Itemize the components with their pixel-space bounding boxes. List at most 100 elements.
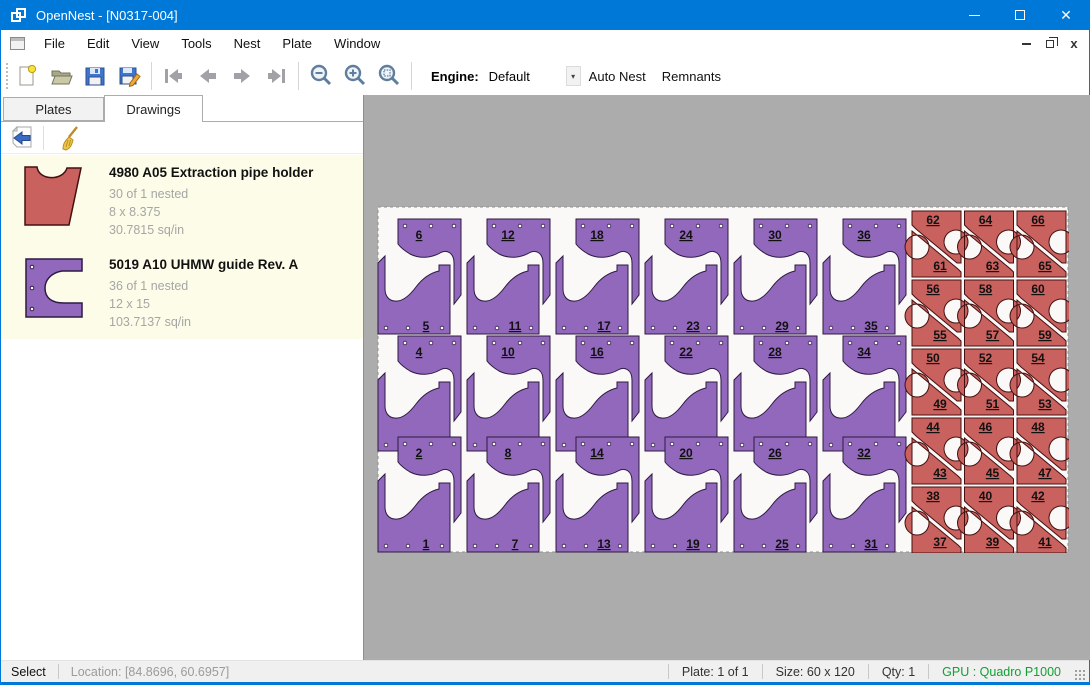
drill-hole — [897, 224, 901, 228]
cursor-location: Location: [84.8696, 60.6957] — [59, 665, 229, 679]
engine-value: Default — [489, 69, 530, 84]
plate-counter: Plate: 1 of 1 — [669, 665, 762, 679]
drill-hole — [696, 442, 700, 446]
drill-hole — [759, 442, 763, 446]
previous-plate-button[interactable] — [191, 60, 225, 92]
part-number: 45 — [986, 466, 1000, 480]
part-number: 39 — [986, 535, 1000, 549]
drill-hole — [406, 544, 410, 548]
drill-hole — [785, 224, 789, 228]
menu-tools[interactable]: Tools — [170, 32, 222, 55]
part-number: 41 — [1038, 535, 1052, 549]
zoom-in-button[interactable] — [338, 60, 372, 92]
menu-window[interactable]: Window — [323, 32, 391, 55]
menu-nest[interactable]: Nest — [223, 32, 272, 55]
drill-hole — [429, 341, 433, 345]
part-number: 36 — [857, 228, 871, 242]
nest-canvas[interactable]: 6512111817242330293635431091615222128273… — [363, 95, 1090, 660]
drill-hole — [740, 544, 744, 548]
menu-edit[interactable]: Edit — [76, 32, 120, 55]
drill-hole — [584, 544, 588, 548]
drill-hole — [541, 224, 545, 228]
part-number: 6 — [416, 228, 423, 242]
window-title: OpenNest - [N0317-004] — [36, 8, 178, 23]
import-drawing-button[interactable] — [7, 124, 39, 152]
minimize-button[interactable] — [951, 0, 997, 30]
drill-hole — [874, 224, 878, 228]
zoom-out-button[interactable] — [304, 60, 338, 92]
drill-hole — [492, 442, 496, 446]
mdi-close-button[interactable]: x — [1065, 35, 1083, 53]
drill-hole — [495, 544, 499, 548]
drawing-item[interactable]: 4980 A05 Extraction pipe holder30 of 1 n… — [1, 155, 363, 247]
drill-hole — [529, 326, 533, 330]
drawing-item[interactable]: 5019 A10 UHMW guide Rev. A36 of 1 nested… — [1, 247, 363, 339]
drill-hole — [759, 341, 763, 345]
next-plate-button[interactable] — [225, 60, 259, 92]
open-file-button[interactable] — [44, 60, 78, 92]
engine-select[interactable]: Default ▾ — [485, 64, 581, 88]
part-number: 4 — [416, 345, 423, 359]
mode-indicator: Select — [1, 665, 58, 679]
drill-hole — [403, 224, 407, 228]
menu-plate[interactable]: Plate — [271, 32, 323, 55]
save-as-button[interactable] — [112, 60, 146, 92]
part-number: 47 — [1038, 466, 1052, 480]
drill-hole — [874, 442, 878, 446]
tab-strip: Plates Drawings — [1, 95, 363, 121]
drill-hole — [848, 442, 852, 446]
first-plate-button[interactable] — [157, 60, 191, 92]
drill-hole — [670, 442, 674, 446]
drawings-toolbar — [1, 122, 363, 154]
part-number: 48 — [1031, 420, 1045, 434]
maximize-icon — [1015, 10, 1025, 20]
tab-drawings[interactable]: Drawings — [104, 95, 203, 122]
document-icon[interactable] — [10, 37, 25, 50]
mdi-minimize-button[interactable] — [1017, 35, 1035, 53]
resize-grip[interactable] — [1074, 669, 1086, 681]
part-number: 25 — [775, 537, 789, 551]
save-button[interactable] — [78, 60, 112, 92]
part-number: 42 — [1031, 489, 1045, 503]
part-number: 18 — [590, 228, 604, 242]
drill-hole — [581, 442, 585, 446]
remnants-button[interactable]: Remnants — [654, 63, 729, 90]
part-number: 52 — [979, 351, 993, 365]
part-number: 38 — [926, 489, 940, 503]
new-file-icon — [15, 64, 39, 88]
drill-hole — [740, 326, 744, 330]
drill-hole — [897, 442, 901, 446]
part-number: 65 — [1038, 259, 1052, 273]
part-number: 37 — [933, 535, 947, 549]
part-number: 29 — [775, 319, 789, 333]
drill-hole — [808, 224, 812, 228]
drill-hole — [808, 341, 812, 345]
drill-hole — [618, 326, 622, 330]
close-button[interactable]: ✕ — [1043, 0, 1089, 30]
drill-hole — [762, 326, 766, 330]
menu-view[interactable]: View — [120, 32, 170, 55]
part-number: 8 — [505, 446, 512, 460]
mdi-restore-button[interactable] — [1041, 35, 1059, 53]
new-file-button[interactable] — [10, 60, 44, 92]
part-number: 64 — [979, 213, 993, 227]
drill-hole — [492, 224, 496, 228]
tab-plates[interactable]: Plates — [3, 97, 104, 121]
drill-hole — [874, 341, 878, 345]
auto-nest-button[interactable]: Auto Nest — [581, 63, 654, 90]
part-number: 28 — [768, 345, 782, 359]
next-arrow-icon — [229, 64, 255, 88]
drill-hole — [562, 544, 566, 548]
drill-hole — [403, 341, 407, 345]
menu-file[interactable]: File — [33, 32, 76, 55]
part-number: 35 — [864, 319, 878, 333]
clear-drawings-button[interactable] — [54, 124, 86, 152]
zoom-fit-button[interactable] — [372, 60, 406, 92]
drill-hole — [541, 341, 545, 345]
left-panel: Plates Drawings 4980 A05 Extraction pipe… — [1, 95, 363, 660]
save-icon — [83, 64, 107, 88]
maximize-button[interactable] — [997, 0, 1043, 30]
drill-hole — [403, 442, 407, 446]
last-plate-button[interactable] — [259, 60, 293, 92]
drill-hole — [707, 326, 711, 330]
